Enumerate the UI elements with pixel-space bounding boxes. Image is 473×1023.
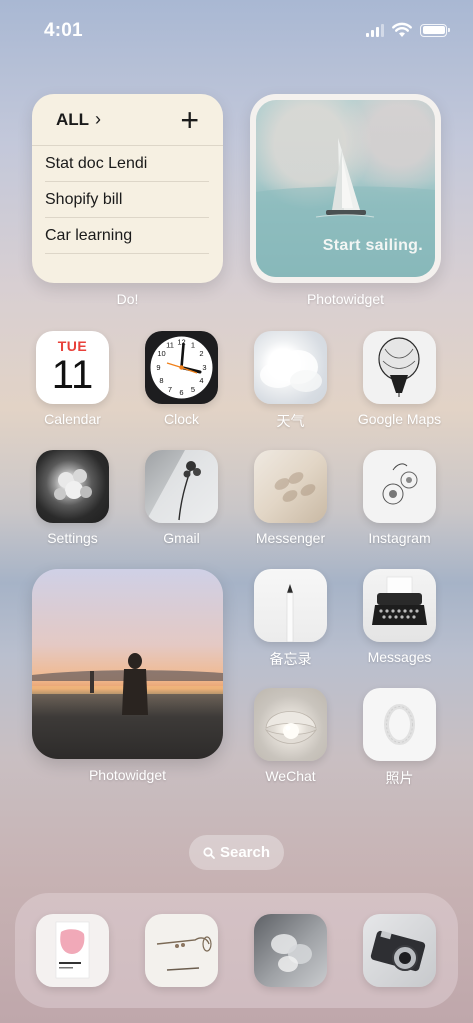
app-label: Instagram bbox=[368, 530, 431, 546]
do-widget[interactable]: ALL › + Stat doc Lendi Shopify bill Car … bbox=[32, 94, 223, 283]
task-item[interactable]: Car learning bbox=[45, 218, 209, 254]
app-label: Calendar bbox=[44, 411, 101, 427]
app-label: Messenger bbox=[255, 530, 326, 546]
cloud-icon bbox=[254, 331, 327, 404]
battery-icon bbox=[420, 23, 450, 37]
cellular-signal-icon bbox=[366, 23, 384, 37]
balloon-icon bbox=[363, 331, 436, 404]
app-google-maps[interactable]: Google Maps bbox=[358, 331, 441, 427]
flower-sketch-icon bbox=[363, 450, 436, 523]
dried-flower-icon bbox=[145, 450, 218, 523]
task-item[interactable]: Stat doc Lendi bbox=[45, 146, 209, 182]
add-task-icon[interactable]: + bbox=[180, 104, 199, 136]
app-label: Messages bbox=[367, 649, 432, 665]
svg-text:4: 4 bbox=[199, 376, 203, 385]
svg-text:10: 10 bbox=[157, 349, 165, 358]
app-settings[interactable]: Settings bbox=[36, 450, 109, 546]
app-label: Settings bbox=[47, 530, 98, 546]
trumpet-sketch-icon[interactable] bbox=[145, 914, 218, 987]
sailing-photo: Start sailing. bbox=[256, 100, 435, 277]
svg-text:7: 7 bbox=[168, 385, 172, 394]
calendar-date: 11 bbox=[51, 353, 94, 397]
app-label: WeChat bbox=[265, 768, 316, 784]
task-item[interactable]: Shopify bill bbox=[45, 182, 209, 218]
app-label: Gmail bbox=[163, 530, 200, 546]
leaf-shadow-icon bbox=[254, 450, 327, 523]
app-label: 备忘录 bbox=[269, 651, 312, 667]
svg-text:8: 8 bbox=[159, 376, 163, 385]
app-label: Clock bbox=[163, 411, 200, 427]
flower-icon bbox=[36, 450, 109, 523]
clock-icon: 12 1 2 345 678 9 10 11 bbox=[145, 331, 218, 404]
svg-text:6: 6 bbox=[179, 388, 183, 397]
svg-text:3: 3 bbox=[202, 363, 206, 372]
search-icon bbox=[203, 846, 215, 859]
app-notes[interactable]: 备忘录 bbox=[254, 569, 327, 667]
app-messenger[interactable]: Messenger bbox=[254, 450, 327, 546]
status-time: 4:01 bbox=[44, 20, 83, 41]
search-button[interactable]: Search bbox=[189, 835, 284, 870]
app-label: Google Maps bbox=[357, 411, 442, 427]
wifi-icon bbox=[392, 22, 412, 37]
svg-text:9: 9 bbox=[156, 363, 160, 372]
app-instagram[interactable]: Instagram bbox=[363, 450, 436, 546]
dock bbox=[15, 893, 458, 1008]
app-calendar[interactable]: TUE 11 Calendar bbox=[36, 331, 109, 427]
svg-text:2: 2 bbox=[199, 349, 203, 358]
photowidget-bottom-label: Photowidget bbox=[88, 767, 167, 783]
oval-frame-icon bbox=[363, 688, 436, 761]
app-messages[interactable]: Messages bbox=[363, 569, 436, 665]
sunset-photo bbox=[32, 653, 223, 715]
chevron-right-icon: › bbox=[95, 109, 102, 129]
pantone-card-icon[interactable] bbox=[36, 914, 109, 987]
sailing-caption: Start sailing. bbox=[322, 237, 423, 254]
typewriter-icon bbox=[363, 569, 436, 642]
app-photos[interactable]: 照片 bbox=[363, 688, 436, 786]
status-icons bbox=[366, 22, 450, 38]
calendar-icon: TUE 11 bbox=[36, 331, 109, 404]
app-label: 天气 bbox=[276, 413, 305, 429]
app-wechat[interactable]: WeChat bbox=[254, 688, 327, 784]
do-filter-all[interactable]: ALL › bbox=[56, 109, 101, 130]
photowidget-sailing[interactable]: Start sailing. bbox=[250, 94, 441, 283]
pencil-icon bbox=[254, 569, 327, 642]
calendar-weekday: TUE bbox=[57, 338, 88, 354]
app-weather[interactable]: 天气 bbox=[254, 331, 327, 429]
app-clock[interactable]: 12 1 2 345 678 9 10 11 Clock bbox=[145, 331, 218, 427]
status-bar: 4:01 bbox=[0, 0, 473, 60]
app-gmail[interactable]: Gmail bbox=[145, 450, 218, 546]
do-widget-label: Do! bbox=[116, 291, 139, 307]
photowidget-top-label: Photowidget bbox=[306, 291, 385, 307]
svg-text:1: 1 bbox=[191, 341, 195, 350]
photowidget-sunset[interactable] bbox=[32, 569, 223, 759]
camera-icon[interactable] bbox=[363, 914, 436, 987]
flower-bw-icon[interactable] bbox=[254, 914, 327, 987]
pearl-shell-icon bbox=[254, 688, 327, 761]
app-label: 照片 bbox=[385, 770, 414, 786]
svg-text:5: 5 bbox=[191, 385, 195, 394]
do-widget-header: ALL › + bbox=[32, 94, 223, 146]
svg-text:11: 11 bbox=[166, 341, 174, 350]
search-label: Search bbox=[219, 844, 271, 861]
do-filter-label: ALL bbox=[56, 109, 90, 129]
